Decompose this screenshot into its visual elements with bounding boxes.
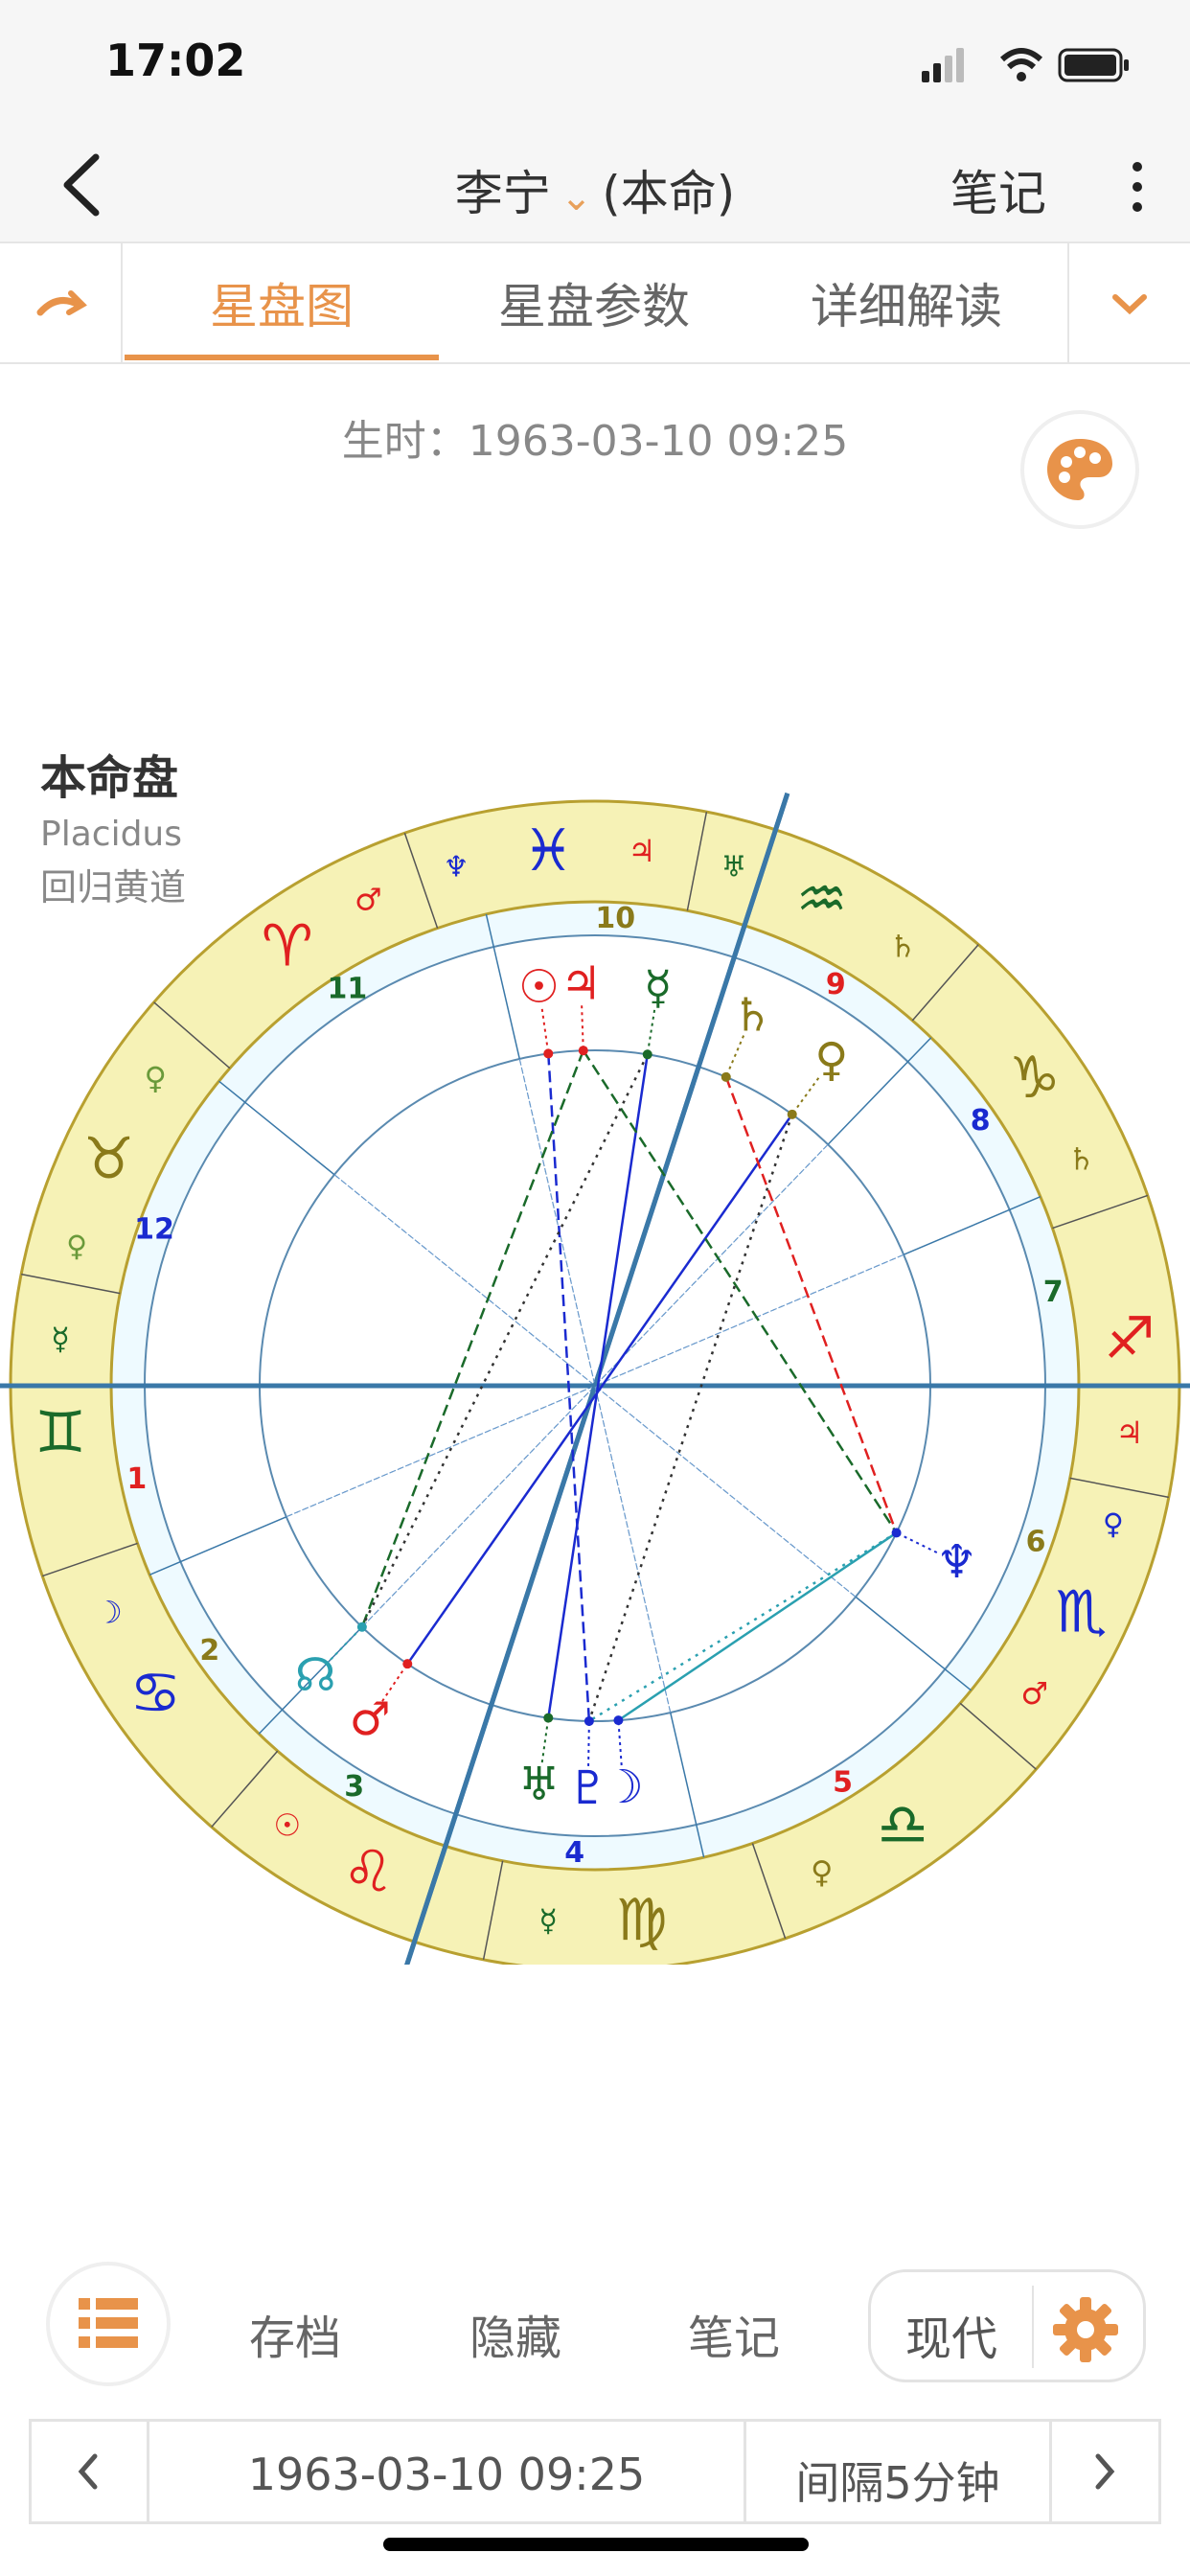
archive-button[interactable]: 存档 <box>249 2300 341 2367</box>
planet-glyph: ♂ <box>350 1692 391 1746</box>
zodiac-sign-glyph: ♑︎ <box>1009 1045 1061 1112</box>
chevron-down-icon: ⌄ <box>560 175 593 219</box>
signal-icon <box>922 48 964 82</box>
planet-glyph: ♄ <box>732 988 773 1042</box>
zodiac-sign-glyph: ♒︎ <box>796 865 848 932</box>
planet-glyph: ♇ <box>567 1761 608 1815</box>
planet-glyph: ☽ <box>603 1760 644 1814</box>
chevron-down-icon <box>1112 294 1147 315</box>
planet-glyph: ♆ <box>936 1535 977 1589</box>
interval-value: 间隔5分钟 <box>795 2457 1000 2509</box>
mode-selector[interactable]: 现代 <box>868 2269 1146 2382</box>
zodiac-sign-glyph: ♍︎ <box>616 1887 668 1954</box>
sign-coruler-glyph: ♆ <box>444 851 469 885</box>
zodiac-sign-glyph: ♓︎ <box>522 817 574 885</box>
planet-marker <box>891 1528 902 1538</box>
datetime-field[interactable]: 1963-03-10 09:25 <box>149 2422 746 2521</box>
bottom-action-bar: 存档 隐藏 笔记 现代 <box>0 2252 1190 2396</box>
gear-icon[interactable] <box>1047 2291 1124 2368</box>
active-tab-indicator <box>125 355 439 360</box>
chevron-left-icon <box>78 2453 98 2490</box>
sign-ruler-glyph: ☽ <box>95 1595 123 1631</box>
house-number: 10 <box>595 902 635 935</box>
navigation-bar: 李宁 ⌄ (本命) 笔记 <box>0 130 1190 242</box>
planet-glyph: ☿ <box>644 961 672 1015</box>
planet-glyph: ☉ <box>518 960 560 1014</box>
zodiac-sign-glyph: ♏︎ <box>1056 1579 1108 1646</box>
more-icon[interactable] <box>1123 153 1152 220</box>
planet-glyph: ♅ <box>518 1758 560 1811</box>
tab-bar: 星盘图 星盘参数 详细解读 <box>0 242 1190 364</box>
status-icons <box>922 48 1129 82</box>
sign-ruler-glyph: ♀ <box>811 1854 833 1891</box>
home-indicator <box>383 2538 809 2551</box>
house-number: 7 <box>1043 1276 1064 1309</box>
interval-selector[interactable]: 间隔5分钟 <box>746 2422 1052 2521</box>
sign-ruler-glyph: ☿ <box>538 1902 558 1939</box>
sign-ruler-glyph: ♃ <box>628 833 655 869</box>
palette-icon <box>1047 439 1112 500</box>
house-number: 8 <box>971 1104 991 1138</box>
notes-button[interactable]: 笔记 <box>950 155 1046 224</box>
date-navigation: 1963-03-10 09:25 间隔5分钟 <box>29 2419 1161 2524</box>
sign-ruler-glyph: ♂ <box>1020 1675 1048 1712</box>
list-button[interactable] <box>46 2262 171 2386</box>
sign-ruler-glyph: ☉ <box>273 1807 301 1844</box>
zodiac-sign-glyph: ♌︎ <box>342 1839 394 1906</box>
expand-tabs-button[interactable] <box>1067 243 1190 362</box>
mode-label: 现代 <box>905 2312 998 2366</box>
house-number: 11 <box>328 973 368 1006</box>
planet-glyph: ♃ <box>561 956 602 1010</box>
sign-ruler-glyph: ♄ <box>889 928 917 964</box>
birth-time: 生时：1963-03-10 09:25 <box>341 417 849 466</box>
zodiac-sign-glyph: ♐︎ <box>1104 1305 1156 1372</box>
house-number: 6 <box>1026 1525 1046 1558</box>
sign-coruler-glyph: ♅ <box>721 851 746 885</box>
zodiac-sign-glyph: ♊︎ <box>34 1399 86 1466</box>
planet-marker <box>721 1071 731 1082</box>
tab-interpretation[interactable]: 详细解读 <box>763 268 1050 337</box>
datetime-value: 1963-03-10 09:25 <box>247 2449 646 2500</box>
chevron-right-icon <box>1095 2453 1115 2490</box>
chart-kind: (本命) <box>602 166 736 221</box>
planet-glyph: ♀ <box>814 1033 848 1087</box>
planet-glyph: ☊ <box>295 1648 336 1702</box>
rotate-icon <box>36 290 87 316</box>
sign-ruler-glyph: ♀ <box>145 1060 167 1096</box>
status-time: 17:02 <box>105 34 246 86</box>
house-number: 3 <box>344 1770 364 1804</box>
sign-ruler-glyph: ♂ <box>355 881 382 917</box>
house-number: 4 <box>564 1836 584 1870</box>
astrology-chart-wheel: ♈︎♂♉︎♀♊︎☿♋︎☽♌︎☉♍︎☿♎︎♀♏︎♂♐︎♃♑︎♄♒︎♄♓︎ ♃♀♀♅♆… <box>0 793 1190 1965</box>
status-bar: 17:02 <box>0 0 1190 130</box>
sign-coruler-glyph: ♀ <box>1103 1507 1124 1541</box>
palette-button[interactable] <box>1020 410 1139 529</box>
zodiac-sign-glyph: ♉︎ <box>83 1125 135 1192</box>
tab-chart[interactable]: 星盘图 <box>138 268 425 337</box>
rotate-button[interactable] <box>0 243 123 362</box>
house-number: 9 <box>826 968 846 1001</box>
wifi-icon <box>999 48 1043 81</box>
sign-ruler-glyph: ♄ <box>1067 1140 1095 1177</box>
next-button[interactable] <box>1052 2422 1158 2521</box>
sign-ruler-glyph: ☿ <box>51 1321 70 1357</box>
house-number: 5 <box>833 1765 853 1799</box>
house-number: 1 <box>126 1462 147 1496</box>
hide-button[interactable]: 隐藏 <box>469 2300 561 2367</box>
zodiac-sign-glyph: ♎︎ <box>877 1792 928 1859</box>
sign-ruler-glyph: ♃ <box>1116 1414 1144 1451</box>
list-icon <box>79 2298 138 2348</box>
house-number: 2 <box>199 1634 219 1668</box>
person-name: 李宁 <box>454 166 551 221</box>
sign-coruler-glyph: ♀ <box>66 1230 87 1264</box>
zodiac-sign-glyph: ♋︎ <box>129 1660 181 1727</box>
zodiac-sign-glyph: ♈︎ <box>262 912 313 979</box>
previous-button[interactable] <box>32 2422 149 2521</box>
notes-bottom-button[interactable]: 笔记 <box>688 2300 780 2367</box>
tab-parameters[interactable]: 星盘参数 <box>450 268 738 337</box>
house-number: 12 <box>134 1213 174 1247</box>
battery-icon <box>1058 48 1129 82</box>
